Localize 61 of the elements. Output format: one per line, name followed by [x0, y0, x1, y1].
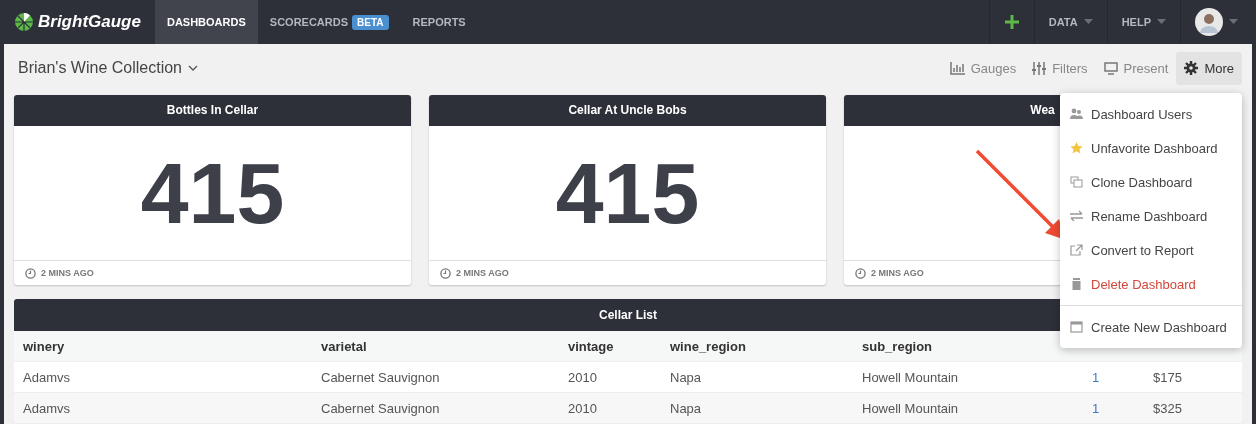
brand-name: BrightGauge — [38, 12, 141, 32]
table-cell-text: Howell Mountain — [862, 400, 960, 416]
clock-icon — [855, 267, 866, 279]
window-icon — [1070, 321, 1083, 333]
caret-icon — [1229, 19, 1238, 25]
swap-arrows-icon — [1070, 210, 1083, 222]
toolbar-button[interactable]: More — [1176, 51, 1242, 85]
logo-icon — [14, 12, 34, 32]
column-header: wine_region — [670, 338, 747, 354]
beta-badge: BETA — [352, 14, 389, 30]
updated-time: 2 MINS AGO — [456, 268, 509, 278]
clock-icon — [25, 267, 36, 279]
menu-item[interactable]: Unfavorite Dashboard — [1060, 131, 1242, 165]
column-header: winery — [23, 338, 66, 354]
table-cell-text: 1 — [1092, 400, 1101, 416]
menu-item[interactable]: Rename Dashboard — [1060, 199, 1242, 233]
caret-icon — [1157, 19, 1166, 25]
table-cell-text: Cabernet Sauvignon — [321, 369, 441, 385]
table-cell-text: $175 — [1153, 369, 1183, 385]
gauge-value: 415 — [140, 150, 285, 236]
table-cell-text: Adamvs — [23, 369, 71, 385]
nav-dropdown[interactable]: DATA — [1033, 0, 1107, 44]
table-cell-text: Napa — [670, 400, 703, 416]
column-header: varietal — [321, 338, 368, 354]
table-cell-text: Cabernet Sauvignon — [321, 400, 441, 416]
card-title: Cellar At Uncle Bobs — [429, 95, 826, 126]
external-link-icon — [1070, 244, 1083, 256]
monitor-icon — [1103, 61, 1118, 75]
table-cell-text: Napa — [670, 369, 703, 385]
trash-icon — [1070, 278, 1083, 290]
column-header: sub_region — [862, 338, 934, 354]
menu-item[interactable]: Delete Dashboard — [1060, 267, 1242, 301]
card-title: Bottles In Cellar — [14, 95, 411, 126]
table-cell-text: Adamvs — [23, 400, 71, 416]
table-cell-text: Howell Mountain — [862, 369, 960, 385]
nav-tab[interactable]: REPORTS — [400, 0, 478, 44]
nav-tab[interactable]: SCORECARDS BETA — [257, 0, 401, 44]
bar-chart-icon — [949, 61, 965, 75]
nav-tab[interactable]: DASHBOARDS — [154, 0, 258, 44]
chevron-down-icon — [188, 65, 198, 71]
gauge-value: 415 — [555, 150, 700, 236]
menu-item[interactable]: Clone Dashboard — [1060, 165, 1242, 199]
updated-time: 2 MINS AGO — [871, 268, 924, 278]
avatar-icon — [1195, 8, 1223, 36]
users-icon — [1070, 108, 1083, 120]
plus-icon — [1003, 14, 1020, 30]
sliders-icon — [1032, 61, 1047, 75]
updated-time: 2 MINS AGO — [41, 268, 94, 278]
table-cell-text: 2010 — [568, 400, 598, 416]
table-cell-text: 2010 — [568, 369, 598, 385]
settings-icon — [1184, 61, 1199, 75]
star-icon — [1070, 142, 1083, 154]
table-cell-text: $325 — [1153, 400, 1183, 416]
menu-item[interactable]: Convert to Report — [1060, 233, 1242, 267]
caret-icon — [1083, 19, 1093, 25]
dashboard-title-dropdown[interactable]: Brian's Wine Collection — [18, 59, 198, 77]
clock-icon — [440, 267, 451, 279]
clone-icon — [1070, 176, 1083, 188]
nav-dropdown[interactable]: HELP — [1106, 0, 1180, 44]
column-header: vintage — [568, 338, 615, 354]
table-cell-text: 1 — [1092, 369, 1101, 385]
